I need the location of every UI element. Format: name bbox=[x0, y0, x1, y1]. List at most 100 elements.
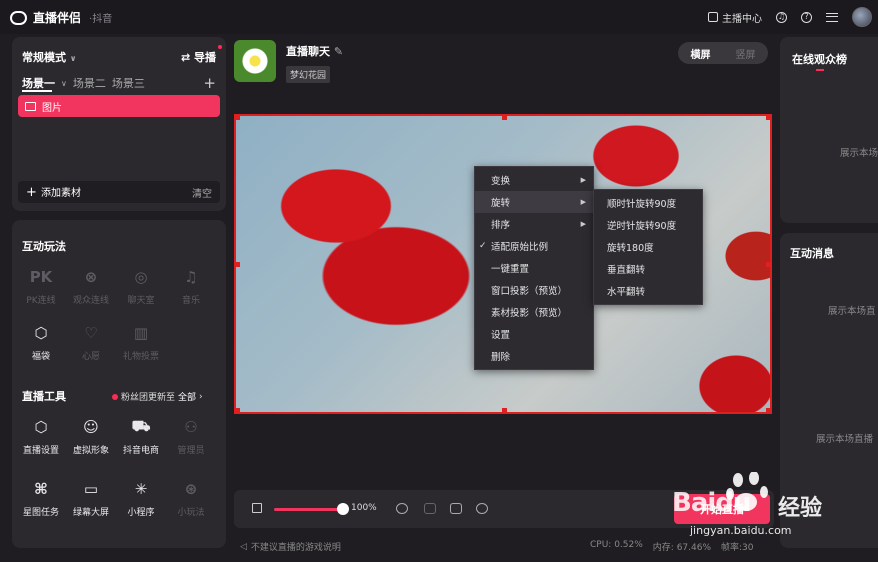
rotate-option[interactable]: 逆时针旋转90度 bbox=[594, 214, 702, 236]
tool-label: 小玩法 bbox=[177, 508, 205, 518]
context-menu-item[interactable]: 变换 ▶ bbox=[475, 169, 593, 191]
mode-row: 常规模式 ∨ ⇄ 导播 bbox=[22, 45, 223, 65]
tool-lucky-bag[interactable]: ⬡ 福袋 bbox=[16, 322, 66, 378]
speaker-icon[interactable] bbox=[252, 503, 262, 513]
rotate-option[interactable]: 旋转180度 bbox=[594, 236, 702, 258]
fans-notice[interactable]: 粉丝团更新至 全部 › bbox=[112, 390, 203, 403]
baidu-watermark: Baidu 经验 jingyan.baidu.com bbox=[672, 472, 872, 542]
material-label: 图片 bbox=[42, 102, 62, 114]
tool-mini-program[interactable]: ✳ 小程序 bbox=[116, 478, 166, 534]
volume-slider[interactable] bbox=[274, 508, 344, 511]
audience-empty: 展示本场 bbox=[840, 148, 878, 159]
tab-scene-2[interactable]: 场景二 bbox=[73, 75, 106, 91]
add-material-button[interactable]: + 添加素材 bbox=[26, 184, 81, 200]
context-menu-item[interactable]: 删除 bbox=[475, 345, 593, 367]
logo-icon bbox=[10, 10, 27, 25]
context-menu-item[interactable]: ✓ 适配原始比例 bbox=[475, 235, 593, 257]
guide-button[interactable]: ⇄ 导播 bbox=[180, 45, 223, 65]
portrait-button[interactable]: 竖屏 bbox=[736, 46, 756, 61]
video-icon[interactable] bbox=[450, 503, 462, 514]
menu-icon[interactable] bbox=[826, 12, 838, 22]
creator-center-button[interactable]: 主播中心 bbox=[708, 10, 762, 25]
tab-scene-3[interactable]: 场景三 bbox=[112, 75, 145, 91]
tool-star-task[interactable]: ⌘ 星图任务 bbox=[16, 478, 66, 534]
swap-icon: ⇄ bbox=[180, 51, 194, 64]
audience-link-icon: ⊗ bbox=[84, 268, 98, 286]
chevron-down-icon: ∨ bbox=[69, 54, 77, 63]
resize-handle[interactable] bbox=[766, 116, 770, 120]
mode-select[interactable]: 常规模式 ∨ bbox=[22, 49, 76, 65]
stream-header: 直播聊天 ✎ 梦幻花园 横屏 竖屏 bbox=[234, 40, 774, 84]
tool-gift-vote[interactable]: ▥ 礼物投票 bbox=[116, 322, 166, 378]
menu-item-label: 一键重置 bbox=[491, 264, 530, 275]
tab-scene-1[interactable]: 场景一 bbox=[22, 75, 55, 91]
tool-label: 音乐 bbox=[181, 296, 200, 306]
help-icon[interactable]: ? bbox=[801, 11, 812, 23]
rotate-option[interactable]: 垂直翻转 bbox=[594, 258, 702, 280]
add-scene-icon[interactable]: + bbox=[203, 74, 216, 92]
all-link[interactable]: 全部 bbox=[178, 390, 196, 403]
cpu-usage: CPU: 0.52% bbox=[590, 540, 643, 550]
tool-wish[interactable]: ♡ 心愿 bbox=[66, 322, 116, 378]
menu-item-label: 素材投影（预览） bbox=[491, 308, 568, 319]
camera-effect-icon[interactable] bbox=[396, 503, 408, 514]
creator-center-icon bbox=[708, 12, 718, 22]
add-material-bar: + 添加素材 清空 bbox=[18, 181, 220, 203]
title-bar: 直播伴侣 ·抖音 主播中心 ♫ ? bbox=[0, 0, 878, 34]
user-avatar[interactable] bbox=[852, 7, 872, 27]
tool-avatar[interactable]: ☺ 虚拟形象 bbox=[66, 416, 116, 472]
material-item-image[interactable]: 图片 bbox=[18, 95, 220, 117]
app-name: 直播伴侣 bbox=[33, 11, 82, 25]
watermark-cn: 经验 bbox=[778, 496, 823, 521]
tool-admin[interactable]: ⚇ 管理员 bbox=[166, 416, 216, 472]
resize-handle[interactable] bbox=[766, 262, 770, 267]
context-menu-item[interactable]: 一键重置 bbox=[475, 257, 593, 279]
rotate-option[interactable]: 顺时针旋转90度 bbox=[594, 192, 702, 214]
rotate-option[interactable]: 水平翻转 bbox=[594, 280, 702, 302]
headset-icon[interactable]: ♫ bbox=[776, 11, 787, 23]
context-menu-item[interactable]: 窗口投影（预览） bbox=[475, 279, 593, 301]
resize-handle[interactable] bbox=[236, 116, 240, 120]
edit-icon[interactable]: ✎ bbox=[334, 45, 343, 58]
top-actions: 主播中心 ♫ ? bbox=[708, 7, 872, 27]
tool-label: 抖音电商 bbox=[122, 446, 159, 456]
stream-tag[interactable]: 梦幻花园 bbox=[286, 66, 331, 83]
tools-grid: ⬡ 直播设置 ☺ 虚拟形象 ⛟ 抖音电商 ⚇ 管理员 ⌘ 星图任务 ▭ 绿幕大屏 ✳ 小程序 ⊛ 小玩法 bbox=[16, 416, 216, 534]
chevron-right-icon: › bbox=[199, 391, 203, 402]
screen-cast-icon[interactable] bbox=[424, 503, 436, 514]
tool-mini-game[interactable]: ⊛ 小玩法 bbox=[166, 478, 216, 534]
landscape-button[interactable]: 横屏 bbox=[691, 46, 711, 61]
context-menu-item[interactable]: 旋转 ▶ bbox=[475, 191, 593, 213]
tool-cart[interactable]: ⛟ 抖音电商 bbox=[116, 416, 166, 472]
tool-pk[interactable]: PK PK连线 bbox=[16, 266, 66, 322]
tool-live-settings[interactable]: ⬡ 直播设置 bbox=[16, 416, 66, 472]
tool-audience-link[interactable]: ⊗ 观众连线 bbox=[66, 266, 116, 322]
lucky-bag-icon: ⬡ bbox=[34, 324, 48, 342]
menu-item-label: 设置 bbox=[491, 330, 511, 341]
check-icon: ✓ bbox=[479, 241, 487, 251]
stream-cover[interactable] bbox=[234, 40, 276, 82]
resize-handle[interactable] bbox=[766, 408, 770, 412]
tool-chatroom[interactable]: ◎ 聊天室 bbox=[116, 266, 166, 322]
tool-music[interactable]: ♫ 音乐 bbox=[166, 266, 216, 322]
watermark-url: jingyan.baidu.com bbox=[690, 524, 792, 537]
context-menu-item[interactable]: 素材投影（预览） bbox=[475, 301, 593, 323]
settings-gear-icon[interactable] bbox=[476, 503, 488, 514]
tool-green-screen[interactable]: ▭ 绿幕大屏 bbox=[66, 478, 116, 534]
chevron-down-icon[interactable]: ∨ bbox=[61, 79, 67, 88]
clear-button[interactable]: 清空 bbox=[192, 185, 212, 200]
context-menu-item[interactable]: 设置 bbox=[475, 323, 593, 345]
tool-label: 福袋 bbox=[31, 352, 50, 362]
resize-handle[interactable] bbox=[502, 116, 507, 120]
resize-handle[interactable] bbox=[502, 408, 507, 412]
volume-knob[interactable] bbox=[337, 503, 349, 515]
tool-label: 心愿 bbox=[81, 352, 100, 362]
audience-title[interactable]: 在线观众榜 bbox=[792, 51, 847, 67]
resize-handle[interactable] bbox=[236, 262, 240, 267]
game-hint-link[interactable]: ◁ 不建议直播的游戏说明 bbox=[240, 540, 341, 554]
resize-handle[interactable] bbox=[236, 408, 240, 412]
context-menu-item[interactable]: 排序 ▶ bbox=[475, 213, 593, 235]
fans-notice-text: 粉丝团更新至 bbox=[121, 393, 176, 403]
submenu-arrow-icon: ▶ bbox=[580, 176, 586, 184]
live-settings-icon: ⬡ bbox=[34, 418, 48, 436]
